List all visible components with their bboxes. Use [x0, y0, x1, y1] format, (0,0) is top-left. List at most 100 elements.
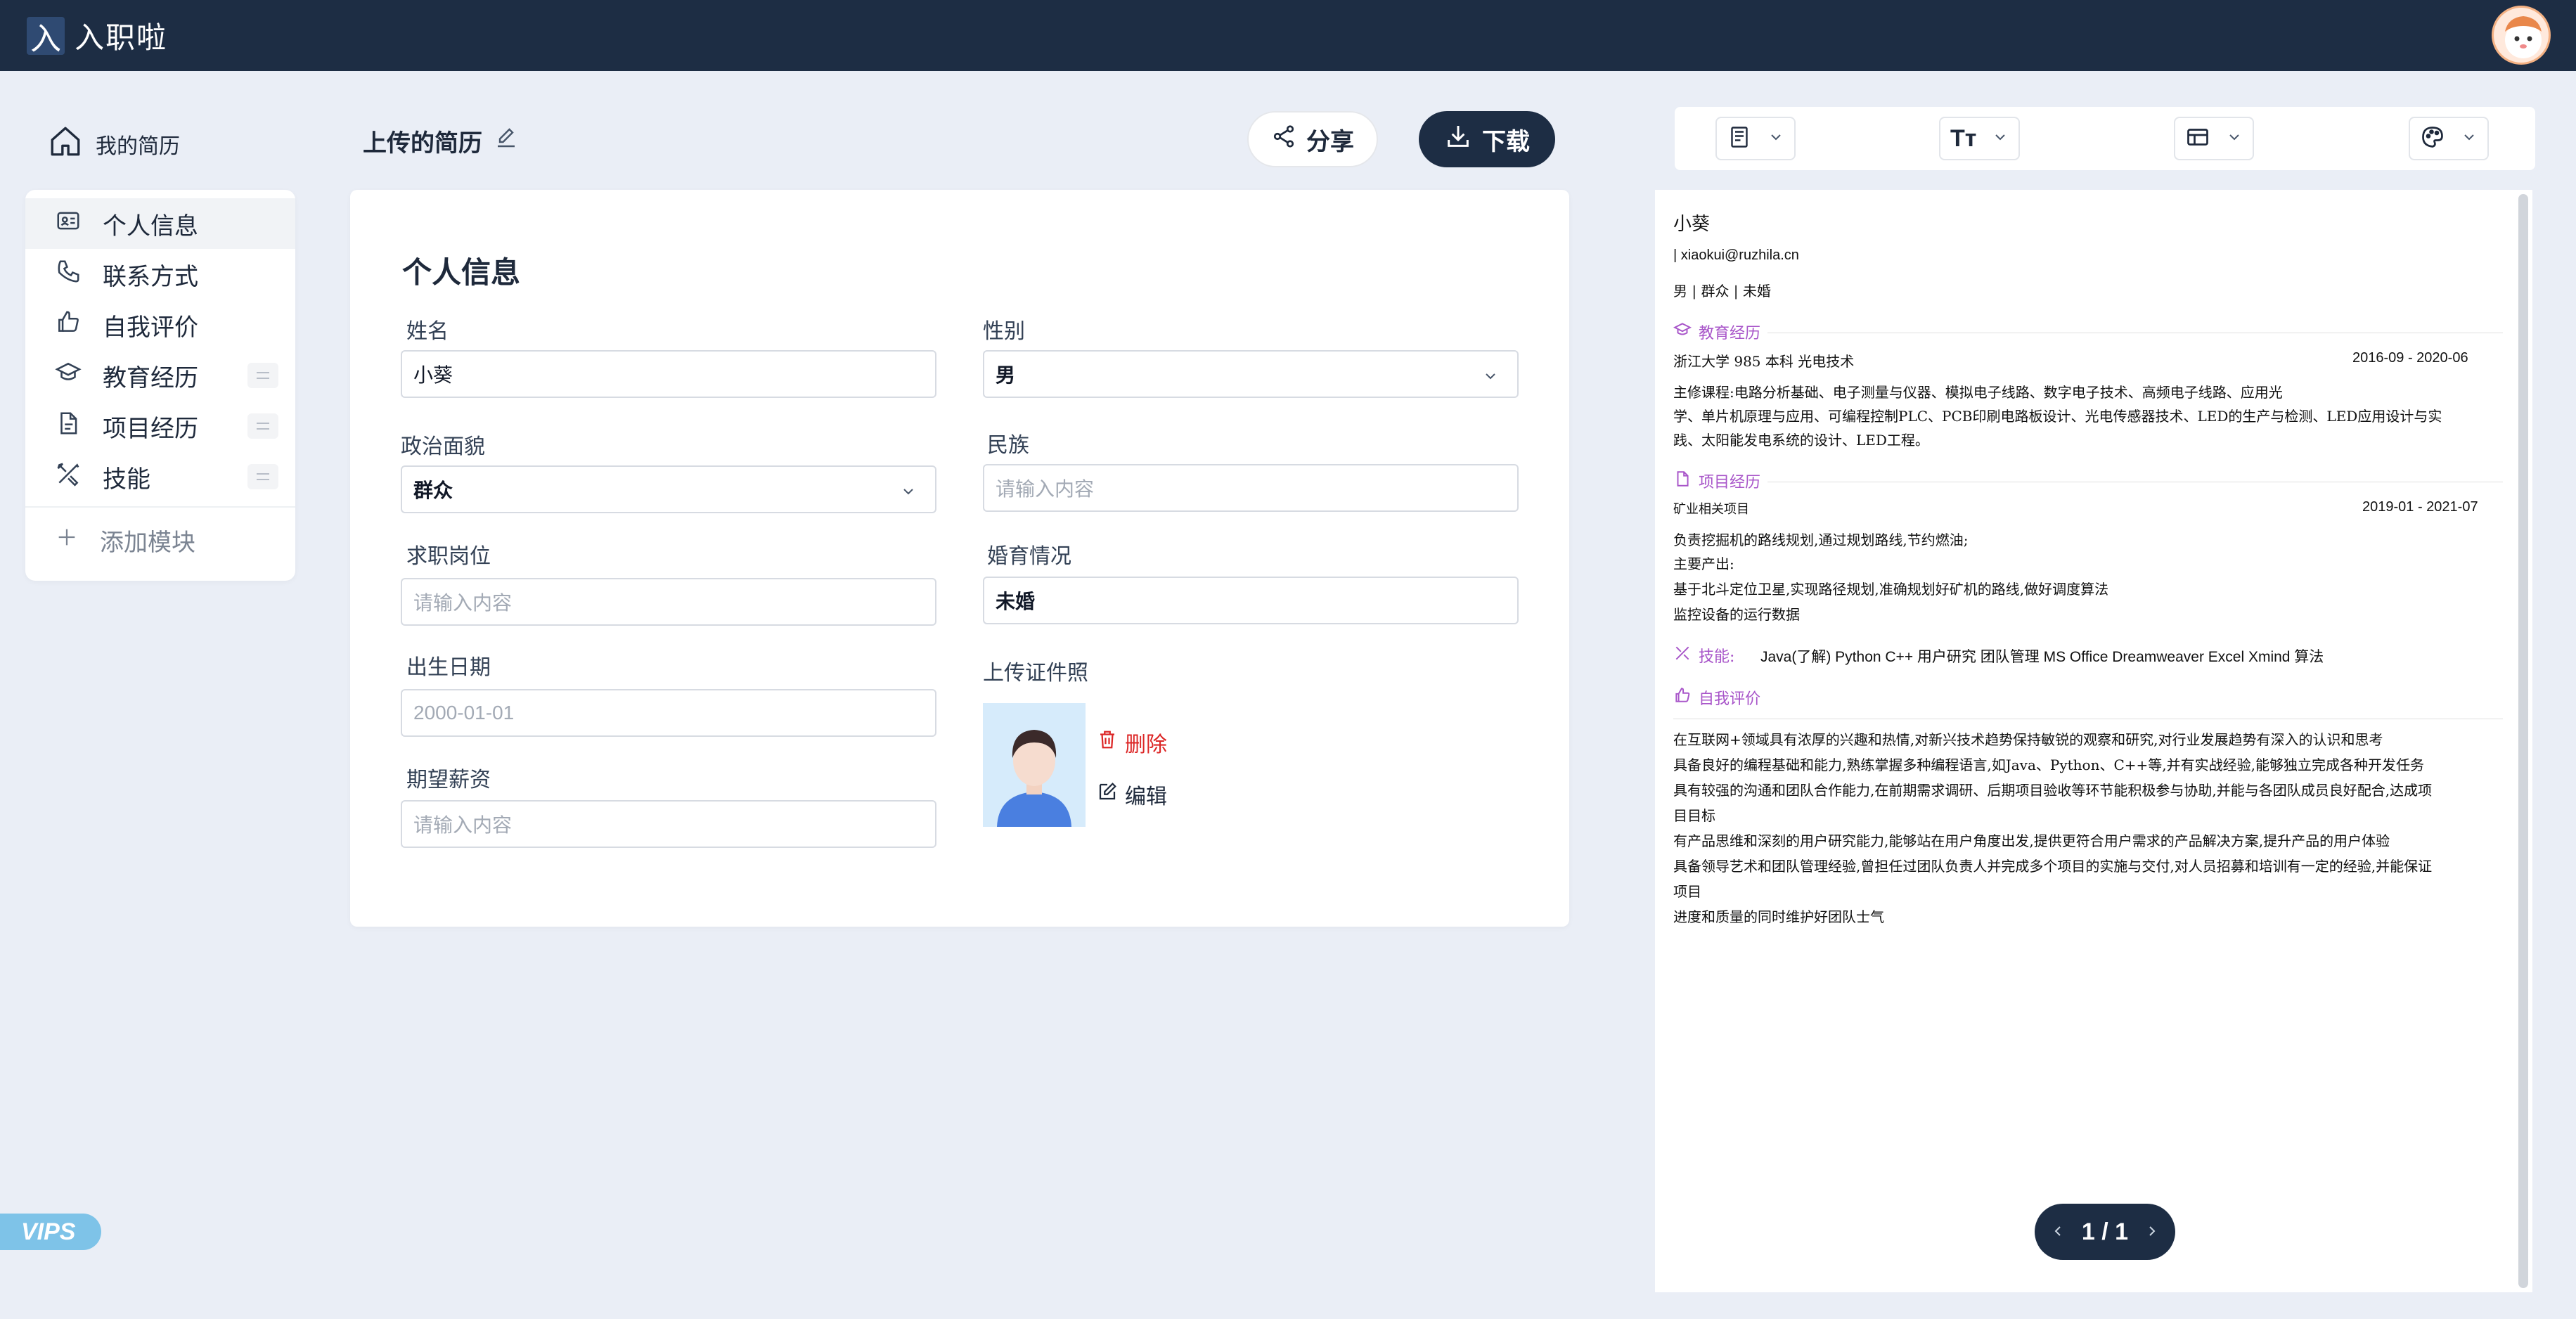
font-size-icon: Tт: [1950, 124, 1977, 152]
tools-icon: [1673, 644, 1692, 667]
chevron-down-icon: [2461, 129, 2478, 149]
download-label: 下载: [1482, 128, 1530, 155]
plus-icon: [55, 525, 79, 555]
self-line: 目目标: [1673, 807, 1715, 824]
divider: [25, 506, 295, 508]
self-line: 具备领导艺术和团队管理经验,曾担任过团队负责人并完成多个项目的实施与交付,对人员…: [1673, 858, 2433, 875]
layout-icon: [2185, 124, 2210, 153]
name-label: 姓名: [406, 320, 449, 343]
phone-icon: [55, 258, 82, 291]
sidebar-item-projects[interactable]: 项目经历: [25, 401, 295, 451]
sidebar-item-self-evaluation[interactable]: 自我评价: [25, 300, 295, 350]
edit-photo-button[interactable]: 编辑: [1097, 779, 1167, 810]
resume-title: 上传的简历: [363, 130, 482, 157]
salary-input[interactable]: 请输入内容: [401, 800, 936, 848]
preview-email: | xiaokui@ruzhila.cn: [1673, 247, 1799, 263]
political-label: 政治面貌: [401, 435, 485, 458]
thumbs-up-icon: [55, 309, 82, 342]
preview-project-heading: 项目经历: [1673, 470, 1760, 492]
political-select[interactable]: 群众: [401, 465, 936, 513]
chevron-down-icon: [1482, 367, 1499, 390]
drag-handle-icon[interactable]: [247, 363, 278, 388]
position-input[interactable]: 请输入内容: [401, 578, 936, 626]
home-icon: [48, 124, 83, 165]
chevron-down-icon: [1992, 129, 2009, 149]
drag-handle-icon[interactable]: [247, 413, 278, 439]
self-line: 进度和质量的同时维护好团队士气: [1673, 908, 1884, 925]
sidebar-item-skills[interactable]: 技能: [25, 451, 295, 502]
sidebar-item-label: 技能: [103, 465, 150, 493]
preview-scrollbar[interactable]: [2518, 194, 2528, 1288]
name-field[interactable]: 小葵: [401, 350, 936, 398]
font-dropdown[interactable]: Tт: [1939, 117, 2021, 160]
ethnicity-input[interactable]: 请输入内容: [983, 464, 1519, 512]
id-photo[interactable]: [983, 703, 1086, 827]
self-line: 具备良好的编程基础和能力,熟练掌握多种编程语言,如Java、Python、C++…: [1673, 757, 2425, 773]
preview-self-heading: 自我评价: [1673, 686, 1760, 709]
education-row: 浙江大学 985 本科 光电技术: [1673, 353, 1855, 370]
logo-icon[interactable]: 入: [27, 16, 65, 57]
self-title: 自我评价: [1699, 690, 1761, 708]
theme-color-dropdown[interactable]: [2409, 117, 2489, 160]
preview-name: 小葵: [1673, 214, 1711, 235]
share-label: 分享: [1306, 128, 1354, 155]
preview-skills-heading: 技能:: [1673, 644, 1734, 667]
self-line: 具有较强的沟通和团队合作能力,在前期需求调研、后期项目验收等环节能积极参与协助,…: [1673, 782, 2433, 799]
project-row: 矿业相关项目: [1673, 502, 1749, 517]
chevron-right-icon[interactable]: [2144, 1218, 2160, 1246]
gender-value: 男: [996, 364, 1016, 386]
template-dropdown[interactable]: [1715, 117, 1796, 160]
graduation-cap-icon: [1673, 321, 1692, 343]
chevron-down-icon: [900, 482, 917, 505]
vip-badge[interactable]: VIPS: [0, 1214, 101, 1250]
sidebar-item-education[interactable]: 教育经历: [25, 350, 295, 401]
trash-icon: [1097, 729, 1118, 756]
download-button[interactable]: 下载: [1419, 111, 1555, 167]
salary-label: 期望薪资: [406, 768, 491, 792]
resume-preview[interactable]: 小葵 | xiaokui@ruzhila.cn 男 | 群众 | 未婚 教育经历…: [1655, 190, 2532, 1292]
my-resume-link[interactable]: 我的简历: [48, 124, 180, 165]
page-pager: 1 / 1: [2035, 1204, 2175, 1260]
sidebar-item-label: 个人信息: [103, 212, 198, 240]
sidebar-item-label: 联系方式: [103, 263, 198, 290]
edit-icon: [1097, 781, 1118, 808]
page-title: 上传的简历: [363, 124, 519, 158]
user-avatar[interactable]: [2492, 6, 2551, 65]
edit-title-icon[interactable]: [494, 125, 519, 157]
photo-label: 上传证件照: [983, 662, 1088, 685]
political-value: 群众: [413, 480, 453, 501]
layout-dropdown[interactable]: [2174, 117, 2254, 160]
preview-education-heading: 教育经历: [1673, 321, 1760, 343]
birthdate-input[interactable]: 2000-01-01: [401, 689, 936, 737]
sidebar-item-contact[interactable]: 联系方式: [25, 249, 295, 300]
sidebar-item-label: 自我评价: [103, 314, 198, 341]
education-line: 践、太阳能发电系统的设计、LED工程。: [1673, 432, 1929, 449]
my-resume-label: 我的简历: [96, 135, 180, 158]
add-module-button[interactable]: 添加模块: [25, 515, 295, 565]
document-icon: [55, 410, 82, 443]
graduation-cap-icon: [55, 359, 82, 392]
id-card-icon: [55, 207, 82, 240]
share-button[interactable]: 分享: [1247, 111, 1378, 167]
app-name[interactable]: 入职啦: [75, 14, 167, 57]
chevron-down-icon: [2226, 129, 2243, 149]
sidebar-item-personal-info[interactable]: 个人信息: [25, 198, 295, 249]
project-line: 主要产出:: [1673, 555, 1734, 572]
chevron-left-icon[interactable]: [2049, 1218, 2066, 1246]
preview-toolbar: Tт: [1675, 107, 2535, 170]
thumbs-up-icon: [1673, 686, 1692, 709]
gender-select[interactable]: 男: [983, 350, 1519, 398]
ethnicity-label: 民族: [987, 434, 1029, 457]
skills-title: 技能:: [1699, 648, 1735, 666]
project-date: 2019-01 - 2021-07: [2362, 499, 2478, 515]
project-title: 项目经历: [1699, 474, 1761, 491]
self-line: 在互联网+领域具有浓厚的兴趣和热情,对新兴技术趋势保持敏锐的观察和研究,对行业发…: [1673, 731, 2383, 748]
palette-icon: [2420, 124, 2445, 153]
drag-handle-icon[interactable]: [247, 464, 278, 489]
marital-field[interactable]: 未婚: [983, 577, 1519, 624]
project-line: 监控设备的运行数据: [1673, 606, 1800, 623]
page-indicator: 1 / 1: [2081, 1218, 2129, 1245]
delete-photo-button[interactable]: 删除: [1097, 727, 1167, 758]
tools-icon: [55, 461, 82, 494]
position-label: 求职岗位: [406, 545, 491, 568]
